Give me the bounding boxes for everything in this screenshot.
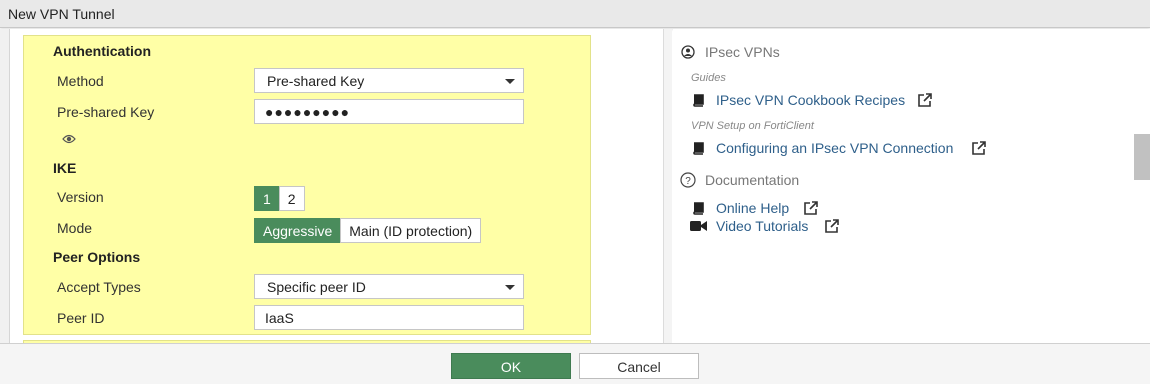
- mode-toggle: Aggressive Main (ID protection): [254, 218, 482, 243]
- forticlient-link[interactable]: Configuring an IPsec VPN Connection: [716, 140, 953, 156]
- ipsec-heading: IPsec VPNs: [705, 44, 780, 60]
- accept-types-select[interactable]: Specific peer ID: [254, 274, 524, 299]
- cancel-button[interactable]: Cancel: [579, 353, 699, 379]
- form-scrollbar[interactable]: [663, 29, 672, 343]
- question-circle-icon: ?: [680, 172, 696, 188]
- window-title: New VPN Tunnel: [8, 6, 115, 22]
- video-camera-icon: [690, 221, 707, 231]
- book-icon: [693, 142, 704, 155]
- section-peer-options: Peer Options: [53, 249, 141, 265]
- peer-id-value: IaaS: [265, 310, 294, 326]
- external-link-icon[interactable]: [803, 200, 819, 216]
- accept-types-value: Specific peer ID: [267, 279, 366, 295]
- external-link-icon[interactable]: [824, 218, 840, 234]
- sidebar-scrollbar-thumb[interactable]: [1134, 134, 1150, 180]
- guides-label: Guides: [691, 72, 726, 84]
- mode-option-main[interactable]: Main (ID protection): [340, 218, 482, 243]
- chevron-down-icon: [505, 285, 515, 290]
- svg-text:?: ?: [685, 176, 691, 187]
- psk-label: Pre-shared Key: [57, 104, 155, 120]
- version-toggle: 1 2: [254, 186, 305, 211]
- left-gutter: [0, 29, 10, 343]
- sidebar-scrollbar[interactable]: [1134, 29, 1150, 343]
- psk-input[interactable]: ●●●●●●●●●: [254, 99, 524, 124]
- accept-types-label: Accept Types: [57, 279, 141, 295]
- mode-label: Mode: [57, 220, 93, 236]
- ok-button[interactable]: OK: [451, 353, 571, 379]
- section-ike: IKE: [53, 160, 77, 176]
- peer-id-input[interactable]: IaaS: [254, 305, 524, 330]
- method-select[interactable]: Pre-shared Key: [254, 68, 524, 93]
- version-option-2[interactable]: 2: [278, 186, 305, 211]
- video-tutorials-link[interactable]: Video Tutorials: [716, 218, 808, 234]
- peer-id-label: Peer ID: [57, 310, 105, 326]
- external-link-icon[interactable]: [971, 140, 987, 156]
- dialog-footer: OK Cancel: [0, 343, 1150, 384]
- cookbook-link[interactable]: IPsec VPN Cookbook Recipes: [716, 92, 905, 108]
- user-circle-icon: [681, 45, 695, 59]
- chevron-down-icon: [505, 79, 515, 84]
- online-help-link[interactable]: Online Help: [716, 200, 789, 216]
- book-icon: [693, 202, 704, 215]
- mode-option-aggressive[interactable]: Aggressive: [254, 218, 342, 243]
- forticlient-label: VPN Setup on FortiClient: [691, 120, 814, 132]
- method-label: Method: [57, 73, 104, 89]
- external-link-icon[interactable]: [917, 92, 933, 108]
- version-option-1[interactable]: 1: [254, 186, 280, 211]
- eye-icon[interactable]: [62, 134, 76, 144]
- section-authentication: Authentication: [53, 43, 151, 59]
- psk-input-value: ●●●●●●●●●: [265, 104, 351, 120]
- version-label: Version: [57, 189, 104, 205]
- form-pane: Authentication Method Pre-shared Key Pre…: [0, 29, 672, 343]
- book-icon: [693, 94, 704, 107]
- window-titlebar: New VPN Tunnel: [0, 0, 1150, 28]
- documentation-heading: Documentation: [705, 172, 800, 188]
- method-select-value: Pre-shared Key: [267, 73, 365, 89]
